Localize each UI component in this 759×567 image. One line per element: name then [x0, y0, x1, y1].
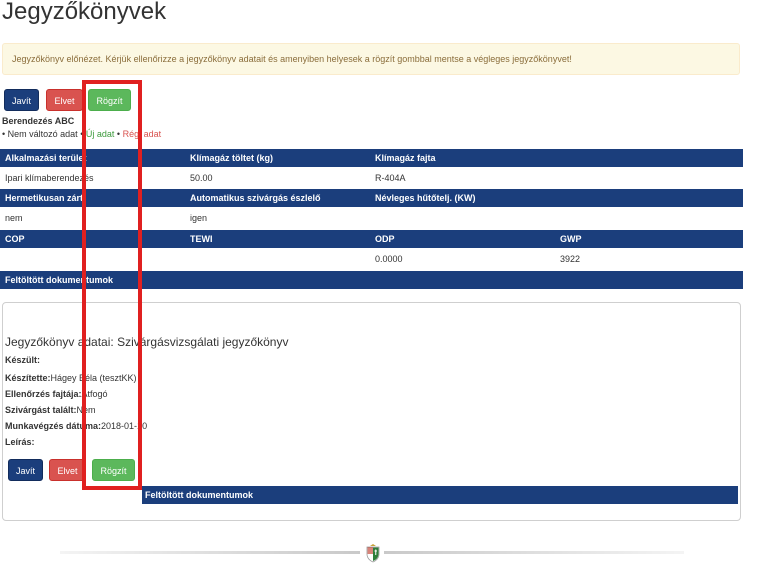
field-value: Hágey Béla (tesztKK) [50, 373, 137, 383]
field-description: Leírás: [5, 437, 35, 447]
column-header: ODP [375, 234, 395, 244]
column-header: GWP [560, 234, 582, 244]
table-cell: 50.00 [190, 173, 213, 183]
crest-icon [366, 544, 380, 563]
field-value: Átfogó [81, 389, 108, 399]
legend-new: Új adat [85, 129, 115, 139]
legend-old: Régi adat [122, 129, 162, 139]
field-value: 2018-01-10 [101, 421, 148, 431]
footer-divider-left [60, 551, 360, 554]
reject-button[interactable]: Elvet [46, 89, 83, 111]
legend-separator: • [116, 129, 121, 139]
page-title: Jegyzőkönyvek [2, 0, 167, 25]
table-header-row: Hermetikusan zárt Automatikus szivárgás … [0, 189, 743, 207]
preview-alert: Jegyzőkönyv előnézet. Kérjük ellenőrizze… [2, 43, 740, 75]
table-cell: R-404A [375, 173, 406, 183]
column-header: TEWI [190, 234, 213, 244]
field-author: Készítette:Hágey Béla (tesztKK) [5, 373, 137, 383]
section-title: Feltöltött dokumentumok [5, 275, 113, 285]
column-header: Klímagáz töltet (kg) [190, 153, 274, 163]
field-label: Készült: [5, 355, 41, 365]
table-cell: 3922 [560, 254, 581, 264]
table-cell: igen [190, 213, 208, 223]
table-row: nem igen [0, 209, 743, 227]
save-button-bottom[interactable]: Rögzít [92, 459, 135, 481]
reject-button-bottom[interactable]: Elvet [49, 459, 86, 481]
table-header-row: COP TEWI ODP GWP [0, 230, 743, 248]
field-created: Készült: [5, 355, 40, 365]
table-row: 0.0000 3922 [0, 250, 743, 268]
field-label: Készítette: [5, 373, 51, 383]
table-cell: nem [5, 213, 23, 223]
field-label: Leírás: [5, 437, 35, 447]
table-row: Ipari klímaberendezés 50.00 R-404A [0, 169, 743, 187]
field-value: Nem [76, 405, 96, 415]
column-header: Automatikus szivárgás észlelő [190, 193, 321, 203]
edit-button[interactable]: Javít [4, 89, 39, 111]
field-label: Szivárgást talált: [5, 405, 77, 415]
column-header: Alkalmazási terület [5, 153, 87, 163]
edit-button-bottom[interactable]: Javít [8, 459, 43, 481]
protocol-documents-header: Feltöltött dokumentumok [142, 486, 738, 504]
column-header: COP [5, 234, 25, 244]
field-leak-found: Szivárgást talált:Nem [5, 405, 96, 415]
equipment-name: Berendezés ABC [2, 116, 75, 126]
legend-unchanged: • Nem változó adat • [2, 129, 84, 139]
table-cell: 0.0000 [375, 254, 403, 264]
column-header: Hermetikusan zárt [5, 193, 84, 203]
field-work-date: Munkavégzés dátuma:2018-01-10 [5, 421, 147, 431]
column-header: Klímagáz fajta [375, 153, 436, 163]
field-label: Ellenőrzés fajtája: [5, 389, 82, 399]
column-header: Névleges hűtőtelj. (KW) [375, 193, 476, 203]
footer-divider-right [384, 551, 684, 554]
save-button[interactable]: Rögzít [88, 89, 131, 111]
field-label: Munkavégzés dátuma: [5, 421, 102, 431]
table-header-row: Alkalmazási terület Klímagáz töltet (kg)… [0, 149, 743, 167]
protocol-title: Jegyzőkönyv adatai: Szivárgásvizsgálati … [5, 335, 289, 349]
uploaded-documents-header: Feltöltött dokumentumok [0, 271, 743, 289]
table-cell: Ipari klímaberendezés [5, 173, 94, 183]
change-legend: • Nem változó adat • Új adat • Régi adat [2, 129, 161, 139]
field-check-type: Ellenőrzés fajtája:Átfogó [5, 389, 108, 399]
